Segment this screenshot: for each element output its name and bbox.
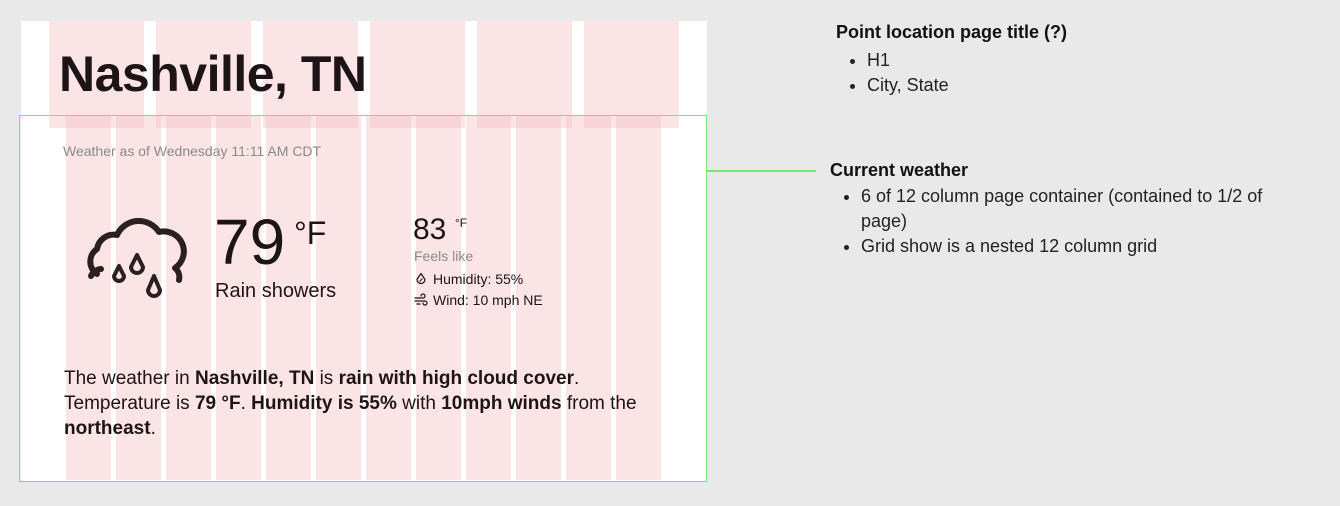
summary-bold: rain with high cloud cover xyxy=(338,368,574,389)
humidity-icon xyxy=(416,272,426,285)
weather-timestamp: Weather as of Wednesday 11:11 AM CDT xyxy=(63,143,322,159)
note-item: H1 xyxy=(867,48,1167,73)
current-weather-note-heading: Current weather xyxy=(830,160,969,180)
current-weather-note-list: 6 of 12 column page container (contained… xyxy=(836,184,1306,259)
humidity-row: Humidity: 55% xyxy=(414,271,523,287)
wind-icon xyxy=(414,293,428,306)
weather-summary: The weather in Nashville, TN is rain wit… xyxy=(64,366,684,441)
feels-like-unit: °F xyxy=(455,216,468,230)
page-title-note-heading: Point location page title (?) xyxy=(836,22,1067,42)
weather-condition: Rain showers xyxy=(215,280,337,302)
note-item: 6 of 12 column page container (contained… xyxy=(861,184,1306,234)
temperature-unit: °F xyxy=(294,215,327,251)
summary-text: is xyxy=(314,368,339,389)
summary-text: . xyxy=(240,393,252,414)
summary-bold: Humidity is 55% xyxy=(251,393,397,414)
outer-grid-column xyxy=(584,21,679,128)
wind-value: Wind: 10 mph NE xyxy=(433,292,543,308)
page-title-note-list: H1 City, State xyxy=(842,48,1167,98)
note-item: Grid show is a nested 12 column grid xyxy=(861,234,1306,259)
wind-row: Wind: 10 mph NE xyxy=(414,292,543,308)
feels-like-temperature: 83 xyxy=(413,213,447,246)
summary-text: The weather in xyxy=(64,368,195,389)
page-title: Nashville, TN xyxy=(59,46,367,102)
summary-bold: 10mph winds xyxy=(441,393,562,414)
annotation-connector-line xyxy=(707,170,816,172)
rain-cloud-icon xyxy=(87,218,187,298)
current-temperature: 79 xyxy=(214,206,286,278)
humidity-value: Humidity: 55% xyxy=(433,271,524,287)
summary-text: from the xyxy=(561,393,637,414)
summary-text: . xyxy=(150,418,156,439)
feels-like-label: Feels like xyxy=(414,248,474,264)
summary-bold: 79 °F xyxy=(194,393,241,414)
summary-text: with xyxy=(396,393,442,414)
summary-bold: Nashville, TN xyxy=(194,368,315,389)
note-item: City, State xyxy=(867,73,1167,98)
outer-grid-column xyxy=(370,21,465,128)
summary-bold: northeast xyxy=(64,418,151,439)
outer-grid-column xyxy=(477,21,572,128)
